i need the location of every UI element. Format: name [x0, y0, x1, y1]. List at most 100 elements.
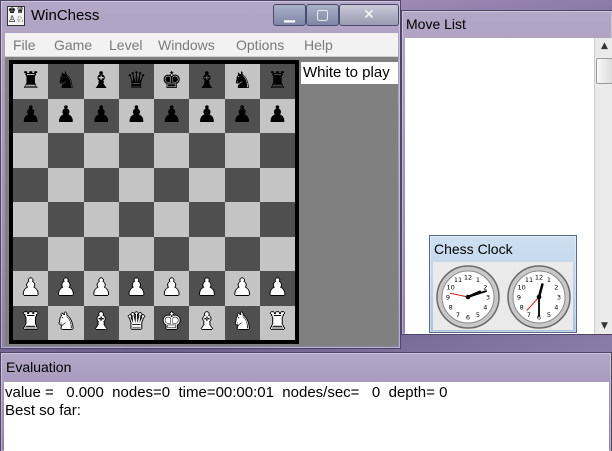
- minimize-button[interactable]: ▁: [273, 4, 306, 26]
- chess-board[interactable]: ♜ ♞ ♝ ♛ ♚ ♝ ♞ ♜ ♟ ♟ ♟ ♟ ♟ ♟ ♟ ♟ ♟ ♟ ♟ ♟ ♟ ♟ ♟ ♟ ♜ ♞ ♝ ♛ ♚ ♝ ♞ ♜: [13, 64, 295, 340]
- menu-windows[interactable]: Windows: [158, 37, 215, 53]
- square-b3[interactable]: [48, 236, 84, 271]
- chess-app-icon[interactable]: ♚♛ ♙♘: [7, 6, 25, 26]
- square-f6[interactable]: [189, 133, 225, 168]
- white-knight-icon[interactable]: ♞: [56, 311, 77, 334]
- square-a6[interactable]: [13, 133, 49, 168]
- square-f8[interactable]: ♝: [189, 64, 225, 99]
- square-b8[interactable]: ♞: [48, 64, 84, 99]
- square-h5[interactable]: [259, 167, 295, 202]
- square-d3[interactable]: [118, 236, 154, 271]
- black-bishop-icon[interactable]: ♝: [197, 69, 218, 93]
- black-king-icon[interactable]: ♚: [161, 69, 182, 93]
- square-a3[interactable]: [13, 236, 49, 271]
- square-e5[interactable]: [154, 167, 190, 202]
- black-pawn-icon[interactable]: ♟: [56, 104, 77, 127]
- menu-options[interactable]: Options: [236, 37, 284, 53]
- black-bishop-icon[interactable]: ♝: [91, 69, 112, 93]
- white-pawn-icon[interactable]: ♟: [20, 276, 41, 300]
- white-bishop-icon[interactable]: ♝: [197, 311, 218, 334]
- white-pawn-icon[interactable]: ♟: [232, 276, 253, 300]
- black-pawn-icon[interactable]: ♟: [161, 104, 182, 127]
- scroll-down-arrow-icon[interactable]: ▼: [596, 318, 612, 334]
- square-e6[interactable]: [154, 133, 190, 168]
- square-e3[interactable]: [154, 236, 190, 271]
- white-pawn-icon[interactable]: ♟: [161, 276, 182, 300]
- white-pawn-icon[interactable]: ♟: [91, 276, 112, 300]
- square-d7[interactable]: ♟: [118, 98, 154, 133]
- square-a1[interactable]: ♜: [13, 305, 49, 340]
- square-d8[interactable]: ♛: [118, 64, 154, 99]
- scroll-up-arrow-icon[interactable]: ▲: [596, 38, 612, 54]
- square-g7[interactable]: ♟: [224, 98, 260, 133]
- square-g5[interactable]: [224, 167, 260, 202]
- black-queen-icon[interactable]: ♛: [126, 69, 147, 93]
- square-f7[interactable]: ♟: [189, 98, 225, 133]
- square-b2[interactable]: ♟: [48, 271, 84, 306]
- close-button[interactable]: ✕: [339, 4, 399, 26]
- square-a5[interactable]: [13, 167, 49, 202]
- square-d5[interactable]: [118, 167, 154, 202]
- square-f2[interactable]: ♟: [189, 271, 225, 306]
- maximize-button[interactable]: ▢: [306, 4, 339, 26]
- square-h8[interactable]: ♜: [259, 64, 295, 99]
- square-c6[interactable]: [83, 133, 119, 168]
- black-knight-icon[interactable]: ♞: [56, 69, 77, 93]
- square-b6[interactable]: [48, 133, 84, 168]
- black-rook-icon[interactable]: ♜: [267, 69, 288, 93]
- square-d6[interactable]: [118, 133, 154, 168]
- menu-game[interactable]: Game: [54, 37, 92, 53]
- square-b7[interactable]: ♟: [48, 98, 84, 133]
- square-d1[interactable]: ♛: [118, 305, 154, 340]
- square-g2[interactable]: ♟: [224, 271, 260, 306]
- square-c5[interactable]: [83, 167, 119, 202]
- square-b1[interactable]: ♞: [48, 305, 84, 340]
- square-f5[interactable]: [189, 167, 225, 202]
- menu-level[interactable]: Level: [109, 37, 142, 53]
- square-g6[interactable]: [224, 133, 260, 168]
- square-g8[interactable]: ♞: [224, 64, 260, 99]
- square-f3[interactable]: [189, 236, 225, 271]
- square-c1[interactable]: ♝: [83, 305, 119, 340]
- scrollbar-thumb[interactable]: [596, 58, 612, 84]
- square-c2[interactable]: ♟: [83, 271, 119, 306]
- square-d2[interactable]: ♟: [118, 271, 154, 306]
- square-e1[interactable]: ♚: [154, 305, 190, 340]
- white-queen-icon[interactable]: ♛: [126, 311, 147, 334]
- square-h1[interactable]: ♜: [259, 305, 295, 340]
- white-king-icon[interactable]: ♚: [161, 311, 182, 334]
- square-d4[interactable]: [118, 202, 154, 237]
- black-knight-icon[interactable]: ♞: [232, 69, 253, 93]
- square-c3[interactable]: [83, 236, 119, 271]
- black-pawn-icon[interactable]: ♟: [91, 104, 112, 127]
- square-b5[interactable]: [48, 167, 84, 202]
- square-e7[interactable]: ♟: [154, 98, 190, 133]
- square-a2[interactable]: ♟: [13, 271, 49, 306]
- menu-help[interactable]: Help: [304, 37, 333, 53]
- square-c4[interactable]: [83, 202, 119, 237]
- black-pawn-icon[interactable]: ♟: [197, 104, 218, 127]
- square-h7[interactable]: ♟: [259, 98, 295, 133]
- menu-file[interactable]: File: [13, 37, 36, 53]
- square-b4[interactable]: [48, 202, 84, 237]
- white-pawn-icon[interactable]: ♟: [197, 276, 218, 300]
- square-e4[interactable]: [154, 202, 190, 237]
- white-pawn-icon[interactable]: ♟: [126, 276, 147, 300]
- square-e2[interactable]: ♟: [154, 271, 190, 306]
- square-e8[interactable]: ♚: [154, 64, 190, 99]
- square-g3[interactable]: [224, 236, 260, 271]
- square-a8[interactable]: ♜: [13, 64, 49, 99]
- black-pawn-icon[interactable]: ♟: [126, 104, 147, 127]
- square-a4[interactable]: [13, 202, 49, 237]
- square-c8[interactable]: ♝: [83, 64, 119, 99]
- white-rook-icon[interactable]: ♜: [267, 311, 288, 334]
- square-h4[interactable]: [259, 202, 295, 237]
- black-pawn-icon[interactable]: ♟: [232, 104, 253, 127]
- white-knight-icon[interactable]: ♞: [232, 311, 253, 334]
- black-pawn-icon[interactable]: ♟: [20, 104, 41, 127]
- square-f4[interactable]: [189, 202, 225, 237]
- white-bishop-icon[interactable]: ♝: [91, 311, 112, 334]
- black-rook-icon[interactable]: ♜: [20, 69, 41, 93]
- square-g1[interactable]: ♞: [224, 305, 260, 340]
- square-h2[interactable]: ♟: [259, 271, 295, 306]
